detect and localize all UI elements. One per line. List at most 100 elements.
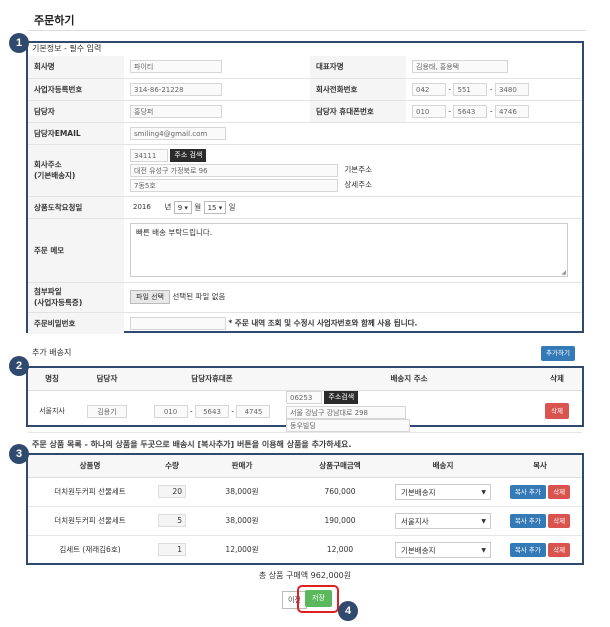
caret-down-icon: ▾: [184, 203, 188, 212]
month-select[interactable]: 9 ▾: [173, 200, 192, 214]
address-search-button[interactable]: 주소 검색: [170, 148, 207, 162]
pw-input[interactable]: [130, 316, 226, 330]
ship-delete-button[interactable]: 삭제: [545, 403, 569, 419]
address-basic-caption: 기본주소: [344, 165, 372, 174]
manager-label: 담당자: [28, 100, 124, 123]
month-value: 9: [177, 203, 183, 212]
mobile-input-3[interactable]: 4746: [494, 104, 529, 118]
ship-col-name: 명칭: [28, 368, 76, 391]
pw-label: 주문비밀번호: [28, 312, 124, 334]
pw-note: * 주문 내역 조회 및 수정시 사업자번호와 함께 사용 됩니다.: [228, 318, 418, 328]
step-badge-2: 2: [9, 356, 29, 376]
items-col-name: 상품명: [28, 455, 152, 478]
copy-add-button[interactable]: 복사 추가: [509, 542, 546, 557]
item-row: 더치원두커피 선물세트 5 38,000원 190,000 서울지사 ▼ 복사 추…: [28, 506, 582, 536]
item-delete-button[interactable]: 삭제: [548, 542, 571, 557]
tel-input-1[interactable]: 042: [412, 82, 446, 96]
item-row: 더치원두커피 선물세트 20 38,000원 760,000 기본배송지 ▼ 복사…: [28, 477, 582, 507]
ship-col-delete: 삭제: [532, 368, 582, 391]
shipping-section: 명칭 담당자 담당자휴대폰 배송지 주소 삭제 서울지사 김용기 010 - 5…: [26, 366, 584, 433]
item-qty-input[interactable]: 20: [158, 485, 186, 498]
copy-add-button[interactable]: 복사 추가: [509, 513, 546, 528]
ship-col-manager: 담당자: [76, 368, 138, 391]
file-status: 선택된 파일 없음: [172, 292, 226, 301]
attach-label-line2: (사업자등록증): [34, 298, 83, 307]
tel-input-3[interactable]: 3480: [494, 82, 529, 96]
items-col-qty: 수량: [152, 455, 192, 478]
item-dest-select[interactable]: 기본배송지 ▼: [395, 483, 491, 500]
ship-zip-input[interactable]: 06253: [286, 390, 322, 404]
company-label: 회사명: [28, 56, 124, 79]
add-shipping-button[interactable]: 추가하기: [541, 346, 575, 361]
address-label-line2: (기본배송지): [34, 171, 76, 180]
caret-down-icon: ▼: [481, 488, 486, 496]
basic-info-table: 회사명 파이티 대표자명 김용태, 홍용택 사업자등록번호 314-86-212…: [28, 56, 582, 334]
total-amount: 총 상품 구매액 962,000원: [258, 571, 352, 580]
mobile-label: 담당자 휴대폰번호: [310, 100, 406, 123]
item-amount: 760,000: [292, 477, 388, 507]
address-input[interactable]: 대전 유성구 가정북로 96: [130, 163, 338, 177]
copy-add-button[interactable]: 복사 추가: [509, 484, 546, 499]
memo-label: 주문 메모: [28, 218, 124, 283]
step-badge-4: 4: [338, 601, 358, 621]
address-detail-input[interactable]: 7동5호: [130, 178, 338, 192]
item-qty-input[interactable]: 5: [158, 514, 186, 527]
mobile-input-1[interactable]: 010: [412, 104, 446, 118]
item-dest-value: 서울지사: [401, 516, 429, 526]
email-input[interactable]: smiling4@gmail.com: [130, 126, 226, 140]
ship-mobile-3[interactable]: 4745: [236, 404, 271, 418]
ship-address-detail-input[interactable]: 동우빌딩: [286, 418, 410, 432]
item-row: 김세트 (재래김6호) 1 12,000원 12,000 기본배송지 ▼ 복사 추…: [28, 535, 582, 564]
items-section: 상품명 수량 판매가 상품구매금액 배송지 복사 더치원두커피 선물세트 20 …: [26, 453, 584, 565]
caret-down-icon: ▾: [218, 203, 223, 212]
tel-input-2[interactable]: 551: [453, 82, 488, 96]
tel-label: 회사전화번호: [310, 78, 406, 101]
file-select-button[interactable]: 파일 선택: [130, 290, 170, 304]
year-unit: 년: [164, 202, 172, 211]
item-delete-button[interactable]: 삭제: [548, 513, 571, 528]
memo-textarea[interactable]: 빠른 배송 부탁드립니다. ◢: [130, 223, 568, 277]
bizno-input[interactable]: 314-86-21228: [130, 82, 222, 96]
basic-info-section: 기본정보 - 필수 입력 회사명 파이티 대표자명 김용태, 홍용택 사업자등록…: [26, 41, 584, 334]
page-title: 주문하기: [34, 14, 75, 27]
company-input[interactable]: 파이티: [130, 60, 222, 74]
bizno-label: 사업자등록번호: [28, 78, 124, 101]
ceo-input[interactable]: 김용태, 홍용택: [412, 60, 508, 74]
items-heading: 주문 상품 목록 - 하나의 상품을 두곳으로 배송시 [복사추가] 버튼을 이…: [32, 440, 352, 449]
date-label: 상품도착요청일: [28, 196, 124, 219]
caret-down-icon: ▼: [481, 546, 486, 554]
year-value[interactable]: 2016: [130, 200, 162, 214]
ship-mobile-1[interactable]: 010: [153, 404, 188, 418]
items-col-price: 판매가: [192, 455, 292, 478]
zip-input[interactable]: 34111: [130, 148, 168, 162]
ship-address-input[interactable]: 서울 강남구 강남대로 298: [286, 405, 406, 419]
item-price: 38,000원: [192, 506, 292, 536]
shipping-table: 명칭 담당자 담당자휴대폰 배송지 주소 삭제 서울지사 김용기 010 - 5…: [28, 368, 582, 433]
ship-col-mobile: 담당자휴대폰: [138, 368, 286, 391]
ship-name-input[interactable]: 서울지사: [32, 404, 72, 418]
item-dest-select[interactable]: 서울지사 ▼: [395, 512, 491, 529]
resize-handle-icon: ◢: [561, 269, 566, 276]
item-name: 더치원두커피 선물세트: [28, 477, 152, 507]
step-badge-1: 1: [9, 33, 29, 53]
ship-address-search-button[interactable]: 주소검색: [324, 390, 359, 404]
ceo-label: 대표자명: [310, 56, 406, 79]
item-price: 38,000원: [192, 477, 292, 507]
shipping-heading: 추가 배송지: [32, 348, 72, 357]
basic-info-heading: 기본정보 - 필수 입력: [32, 44, 102, 53]
day-value: 15: [207, 203, 217, 212]
items-col-dest: 배송지: [388, 455, 498, 478]
mobile-input-2[interactable]: 5643: [453, 104, 488, 118]
save-button[interactable]: 저장: [305, 590, 332, 607]
shipping-row: 서울지사 김용기 010 - 5643 - 4745 06253 주소검색 서울…: [28, 390, 582, 433]
attach-label: 첨부파일 (사업자등록증): [28, 282, 124, 313]
item-delete-button[interactable]: 삭제: [548, 484, 571, 499]
ship-manager-input[interactable]: 김용기: [87, 404, 127, 418]
ship-col-address: 배송지 주소: [286, 368, 532, 391]
month-unit: 월: [194, 202, 202, 211]
ship-mobile-2[interactable]: 5643: [195, 404, 229, 418]
item-qty-input[interactable]: 1: [158, 543, 186, 557]
day-select[interactable]: 15 ▾: [203, 200, 227, 214]
manager-input[interactable]: 홍당퍼: [130, 104, 222, 118]
item-dest-select[interactable]: 기본배송지 ▼: [395, 541, 491, 558]
